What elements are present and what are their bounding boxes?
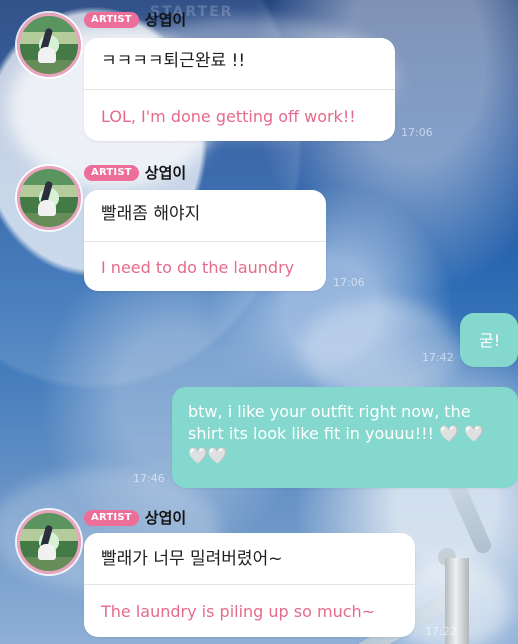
korean-message-text: 빨래좀 해야지 [101, 204, 201, 224]
message-time: 17:06 [333, 276, 365, 289]
artist-badge: ARTIST [84, 12, 139, 28]
sender-name: 상엽이 [144, 164, 187, 182]
artist-message-bubble: 빨래가 너무 밀려버렸어~ The laundry is piling up s… [84, 533, 415, 637]
translation-message-text: LOL, I'm done getting off work!! [101, 107, 356, 126]
translation-divider [84, 584, 415, 585]
artist-avatar[interactable] [17, 166, 81, 230]
translation-message-text: I need to do the laundry [101, 258, 295, 277]
chat-screen: STARTER ARTIST 상엽이 ㅋㅋㅋㅋ퇴근완료 !! LOL, I'm … [0, 0, 518, 644]
user-message-text: 굳! [479, 331, 501, 350]
message-time: 17:06 [401, 126, 433, 139]
translation-divider [84, 241, 326, 242]
sender-row: ARTIST 상엽이 [84, 11, 186, 29]
sender-row: ARTIST 상엽이 [84, 509, 186, 527]
korean-message-text: ㅋㅋㅋㅋ퇴근완료 !! [101, 51, 246, 71]
artist-message-bubble: ㅋㅋㅋㅋ퇴근완료 !! LOL, I'm done getting off wo… [84, 38, 395, 141]
artist-badge: ARTIST [84, 165, 139, 181]
artist-avatar[interactable] [17, 510, 81, 574]
artist-message-bubble: 빨래좀 해야지 I need to do the laundry [84, 190, 326, 291]
sender-row: ARTIST 상엽이 [84, 164, 186, 182]
user-message-text: btw, i like your outfit right now, the s… [188, 402, 484, 465]
translation-message-text: The laundry is piling up so much~ [101, 602, 376, 621]
message-time: 17:42 [422, 351, 454, 364]
user-message-bubble: btw, i like your outfit right now, the s… [172, 387, 518, 488]
message-time: 17:46 [133, 472, 165, 485]
artist-avatar[interactable] [17, 13, 81, 77]
sender-name: 상엽이 [144, 11, 187, 29]
translation-divider [84, 89, 395, 90]
user-message-bubble: 굳! [460, 313, 518, 367]
korean-message-text: 빨래가 너무 밀려버렸어~ [101, 549, 283, 569]
sender-name: 상엽이 [144, 509, 187, 527]
cloud-background [300, 300, 460, 400]
message-time: 17:22 [425, 625, 457, 638]
artist-badge: ARTIST [84, 510, 139, 526]
